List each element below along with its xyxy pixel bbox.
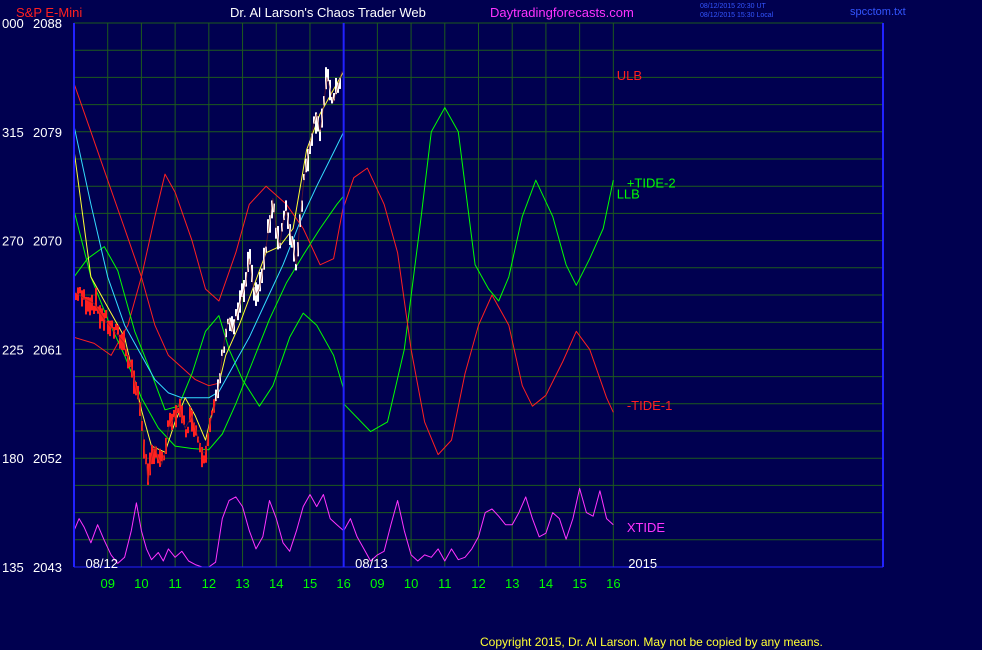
grid-lines — [74, 22, 883, 568]
y-tick-angle: 270 — [2, 234, 24, 249]
chart-title: Dr. Al Larson's Chaos Trader Web — [230, 5, 426, 20]
x-tick-label: 10 — [134, 576, 148, 591]
x-tick-label: 11 — [438, 576, 452, 591]
y-tick-angle: 225 — [2, 342, 24, 357]
timestamp-local: 08/12/2015 15:30 Local — [700, 12, 774, 19]
site-link[interactable]: Daytradingforecasts.com — [490, 5, 634, 20]
x-tick-label: 14 — [269, 576, 283, 591]
y-tick-angle: 315 — [2, 125, 24, 140]
date-label: 08/12 — [85, 556, 118, 571]
x-tick-label: 13 — [235, 576, 249, 591]
y-tick-price: 2079 — [33, 125, 62, 140]
y-tick-price: 2043 — [33, 560, 62, 575]
date-label: 2015 — [628, 556, 657, 571]
instrument-label: S&P E-Mini — [16, 5, 82, 20]
source-file: spcctom.txt — [850, 6, 906, 18]
y-tick-price: 2070 — [33, 234, 62, 249]
x-tick-label: 11 — [168, 576, 182, 591]
series-label: +TIDE-2 — [627, 175, 676, 190]
x-tick-label: 16 — [336, 576, 350, 591]
series-line — [73, 83, 220, 387]
date-label: 08/13 — [355, 556, 388, 571]
x-tick-label: 09 — [100, 576, 114, 591]
x-tick-label: 16 — [606, 576, 620, 591]
y-tick-price: 2061 — [33, 342, 62, 357]
x-tick-label: 13 — [505, 576, 519, 591]
copyright: Copyright 2015, Dr. Al Larson. May not b… — [480, 635, 823, 649]
series-labels: ULBLLB+TIDE-2-TIDE-1XTIDE — [617, 68, 676, 535]
x-tick-label: 14 — [539, 576, 553, 591]
x-tick-label: 15 — [303, 576, 317, 591]
chaos-chart: 000 2088315 2079270 2070225 2061180 2052135 20… — [2, 3, 906, 649]
x-tick-label: 15 — [572, 576, 586, 591]
series-label: XTIDE — [627, 520, 666, 535]
timestamp-ut: 08/12/2015 20:30 UT — [700, 3, 766, 10]
price-bars — [73, 67, 343, 485]
series-label: ULB — [617, 68, 642, 83]
x-tick-label: 09 — [370, 576, 384, 591]
y-tick-angle: 135 — [2, 560, 24, 575]
tick-labels: 000 2088315 2079270 2070225 2061180 2052135 20… — [2, 16, 657, 591]
y-tick-price: 2052 — [33, 451, 62, 466]
price-trend-line — [73, 71, 343, 483]
x-tick-label: 12 — [202, 576, 216, 591]
x-tick-label: 12 — [471, 576, 485, 591]
series-label: -TIDE-1 — [627, 398, 673, 413]
y-tick-angle: 180 — [2, 451, 24, 466]
x-tick-label: 10 — [404, 576, 418, 591]
